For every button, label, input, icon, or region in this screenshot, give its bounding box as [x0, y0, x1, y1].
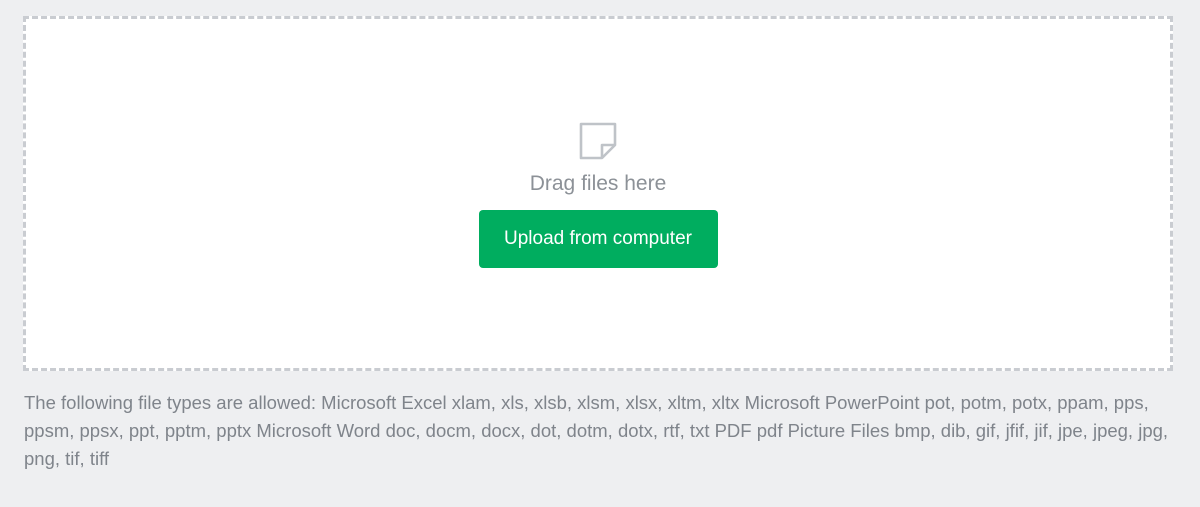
dropzone-content: Drag files here Upload from computer [26, 121, 1170, 268]
allowed-file-types-note: The following file types are allowed: Mi… [24, 392, 1169, 469]
drag-files-label: Drag files here [529, 172, 667, 195]
file-icon [579, 122, 617, 160]
upload-from-computer-button[interactable]: Upload from computer [478, 210, 718, 268]
file-dropzone[interactable]: Drag files here Upload from computer [23, 16, 1173, 371]
